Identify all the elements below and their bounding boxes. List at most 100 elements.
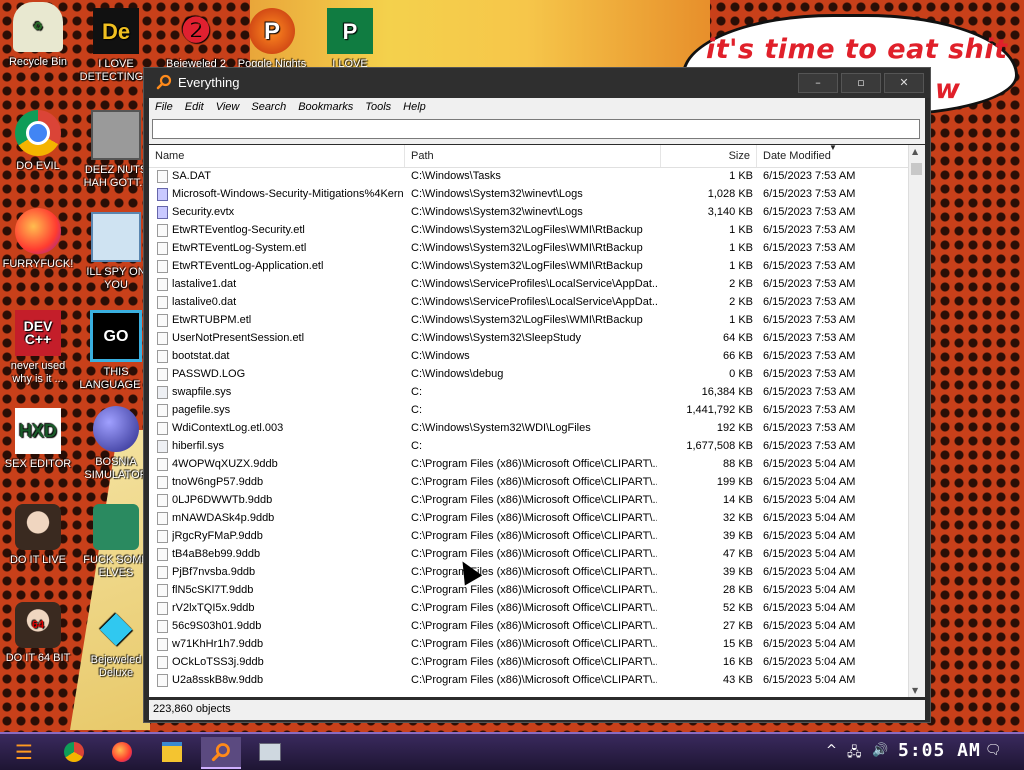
table-row[interactable]: hiberfil.sys C: 1,677,508 KB 6/15/2023 7:53… xyxy=(149,438,909,456)
diamond-icon: ◆ xyxy=(100,604,132,649)
cell-date: 6/15/2023 7:53 AM xyxy=(763,314,856,326)
network-computer-icon xyxy=(91,212,141,262)
desktop-icon-bejeweled-2[interactable]: ❷ Bejeweled 2 xyxy=(158,8,234,71)
desktop-icon-do-it-64-bit[interactable]: 64 DO IT 64 BIT xyxy=(0,602,76,665)
cell-path: C:\Windows\ServiceProfiles\LocalService\… xyxy=(411,296,657,308)
desktop-icon-label: DO EVIL xyxy=(16,160,60,172)
notification-icon[interactable]: 🗨 xyxy=(985,743,1002,758)
column-path[interactable]: Path xyxy=(405,145,661,167)
desktop-icon-label: BOSNIA SIMULATOR xyxy=(84,456,148,481)
file-icon xyxy=(157,242,168,255)
cell-size: 3,140 KB xyxy=(707,206,753,218)
table-row[interactable]: tnoW6ngP57.9ddb C:\Program Files (x86)\Mi… xyxy=(149,474,909,492)
desktop-icon-sex-editor[interactable]: HXD SEX EDITOR xyxy=(0,408,76,471)
column-name[interactable]: Name xyxy=(149,145,405,167)
table-row[interactable]: Microsoft-Windows-Security-Mitigations%4… xyxy=(149,186,909,204)
cell-date: 6/15/2023 5:04 AM xyxy=(763,494,856,506)
table-row[interactable]: EtwRTUBPM.etl C:\Windows\System32\LogFile… xyxy=(149,312,909,330)
desktop-icon-label: Bejeweled Deluxe xyxy=(90,654,142,679)
cell-date: 6/15/2023 7:53 AM xyxy=(763,368,856,380)
table-row[interactable]: rV2lxTQI5x.9ddb C:\Program Files (x86)\Mi… xyxy=(149,600,909,618)
table-row[interactable]: Security.evtx C:\Windows\System32\winevt\… xyxy=(149,204,909,222)
menu-edit[interactable]: Edit xyxy=(179,98,210,113)
vertical-scrollbar[interactable]: ▲ ▼ xyxy=(908,145,925,697)
table-row[interactable]: WdiContextLog.etl.003 C:\Windows\System32… xyxy=(149,420,909,438)
taskbar-task-manager[interactable] xyxy=(250,737,290,767)
scroll-up-icon[interactable]: ▲ xyxy=(912,147,918,156)
start-button[interactable]: ☰ xyxy=(4,737,44,767)
menu-bookmarks[interactable]: Bookmarks xyxy=(292,98,359,113)
desktop-icon-label: DO IT LIVE xyxy=(9,554,67,566)
table-row[interactable]: lastalive0.dat C:\Windows\ServiceProfiles… xyxy=(149,294,909,312)
desktop-icon-i-love-project[interactable]: P I LOVE xyxy=(312,8,388,71)
desktop-icon-furryfuck[interactable]: FURRYFUCK! xyxy=(0,208,76,271)
desktop-icon-devcpp[interactable]: DEV C++ never used why is it ... xyxy=(0,310,76,386)
table-row[interactable]: bootstat.dat C:\Windows 66 KB 6/15/2023 7:5… xyxy=(149,348,909,366)
de-app-icon: De xyxy=(93,8,139,54)
cell-name: rV2lxTQI5x.9ddb xyxy=(172,602,255,614)
taskbar-file-explorer[interactable] xyxy=(152,737,192,767)
cell-path: C:\Windows\System32\LogFiles\WMI\RtBacku… xyxy=(411,242,643,254)
scroll-thumb[interactable] xyxy=(911,163,922,175)
table-row[interactable]: 0LJP6DWWTb.9ddb C:\Program Files (x86)\Mi… xyxy=(149,492,909,510)
column-date-modified[interactable]: Date Modified ▼ xyxy=(757,145,909,167)
hxd-icon: HXD xyxy=(15,408,61,454)
table-row[interactable]: 56c9S03h01.9ddb C:\Program Files (x86)\Mi… xyxy=(149,618,909,636)
cell-date: 6/15/2023 7:53 AM xyxy=(763,188,856,200)
cell-name: bootstat.dat xyxy=(172,350,230,362)
table-row[interactable]: pagefile.sys C: 1,441,792 KB 6/15/2023 7:53… xyxy=(149,402,909,420)
close-button[interactable]: ✕ xyxy=(884,73,924,93)
title-bar[interactable]: Everything – ▫ ✕ xyxy=(144,68,930,98)
desktop-icon-label: SEX EDITOR xyxy=(4,458,72,470)
table-row[interactable]: flN5cSKl7T.9ddb C:\Program Files (x86)\Mi… xyxy=(149,582,909,600)
column-size[interactable]: Size xyxy=(661,145,757,167)
clock[interactable]: 5:05 AM xyxy=(898,740,981,761)
menu-tools[interactable]: Tools xyxy=(359,98,397,113)
cell-size: 192 KB xyxy=(716,422,753,434)
search-input[interactable] xyxy=(152,119,920,139)
menu-view[interactable]: View xyxy=(210,98,246,113)
table-row[interactable]: EtwRTEventlog-Security.etl C:\Windows\Sys… xyxy=(149,222,909,240)
cell-path: C:\Windows\Tasks xyxy=(411,170,501,182)
desktop-icon-do-evil[interactable]: DO EVIL xyxy=(0,110,76,173)
cell-name: tB4aB8eb99.9ddb xyxy=(172,548,261,560)
minimize-button[interactable]: – xyxy=(798,73,838,93)
desktop-icon-do-it-live[interactable]: DO IT LIVE xyxy=(0,504,76,567)
menu-help[interactable]: Help xyxy=(397,98,432,113)
mine-icon xyxy=(93,406,139,452)
table-row[interactable]: tB4aB8eb99.9ddb C:\Program Files (x86)\Mi… xyxy=(149,546,909,564)
table-row[interactable]: EtwRTEventLog-System.etl C:\Windows\Syste… xyxy=(149,240,909,258)
table-row[interactable]: PjBf7nvsba.9ddb C:\Program Files (x86)\Mi… xyxy=(149,564,909,582)
network-icon[interactable]: 🖧 xyxy=(847,743,862,765)
maximize-button[interactable]: ▫ xyxy=(841,73,881,93)
cell-date: 6/15/2023 5:04 AM xyxy=(763,656,856,668)
table-row[interactable]: OCkLoTSS3j.9ddb C:\Program Files (x86)\Mi… xyxy=(149,654,909,672)
tray-chevron-icon[interactable]: ^ xyxy=(826,743,837,758)
cell-size: 0 KB xyxy=(729,368,753,380)
table-row[interactable]: U2a8sskB8w.9ddb C:\Program Files (x86)\Mi… xyxy=(149,672,909,690)
table-row[interactable]: UserNotPresentSession.etl C:\Windows\Syst… xyxy=(149,330,909,348)
file-icon xyxy=(157,170,168,183)
cell-size: 47 KB xyxy=(723,548,753,560)
menu-file[interactable]: File xyxy=(149,98,179,113)
table-row[interactable]: 4WOPWqXUZX.9ddb C:\Program Files (x86)\Mi… xyxy=(149,456,909,474)
scroll-down-icon[interactable]: ▼ xyxy=(912,686,918,695)
table-row[interactable]: PASSWD.LOG C:\Windows\debug 0 KB 6/15/2023 … xyxy=(149,366,909,384)
table-row[interactable]: lastalive1.dat C:\Windows\ServiceProfiles… xyxy=(149,276,909,294)
cell-date: 6/15/2023 7:53 AM xyxy=(763,404,856,416)
taskbar-everything[interactable] xyxy=(201,737,241,769)
desktop-icon-recycle-bin[interactable]: ♻ Recycle Bin xyxy=(0,2,76,69)
table-row[interactable]: EtwRTEventLog-Application.etl C:\Windows\… xyxy=(149,258,909,276)
table-row[interactable]: mNAWDASk4p.9ddb C:\Program Files (x86)\Mi… xyxy=(149,510,909,528)
table-row[interactable]: w71KhHr1h7.9ddb C:\Program Files (x86)\Mi… xyxy=(149,636,909,654)
menu-search[interactable]: Search xyxy=(245,98,292,113)
taskbar-chrome[interactable] xyxy=(54,737,94,767)
table-row[interactable]: jRgcRyFMaP.9ddb C:\Program Files (x86)\Mi… xyxy=(149,528,909,546)
desktop-icon-poggle-nights[interactable]: P Poggle Nights xyxy=(234,8,310,71)
volume-icon[interactable]: 🔊 xyxy=(872,743,888,758)
santa-icon xyxy=(93,504,139,550)
taskbar-firefox[interactable] xyxy=(102,737,142,767)
table-row[interactable]: SA.DAT C:\Windows\Tasks 1 KB 6/15/2023 7:53… xyxy=(149,168,909,186)
table-row[interactable]: swapfile.sys C: 16,384 KB 6/15/2023 7:53 AM xyxy=(149,384,909,402)
file-icon xyxy=(157,458,168,471)
